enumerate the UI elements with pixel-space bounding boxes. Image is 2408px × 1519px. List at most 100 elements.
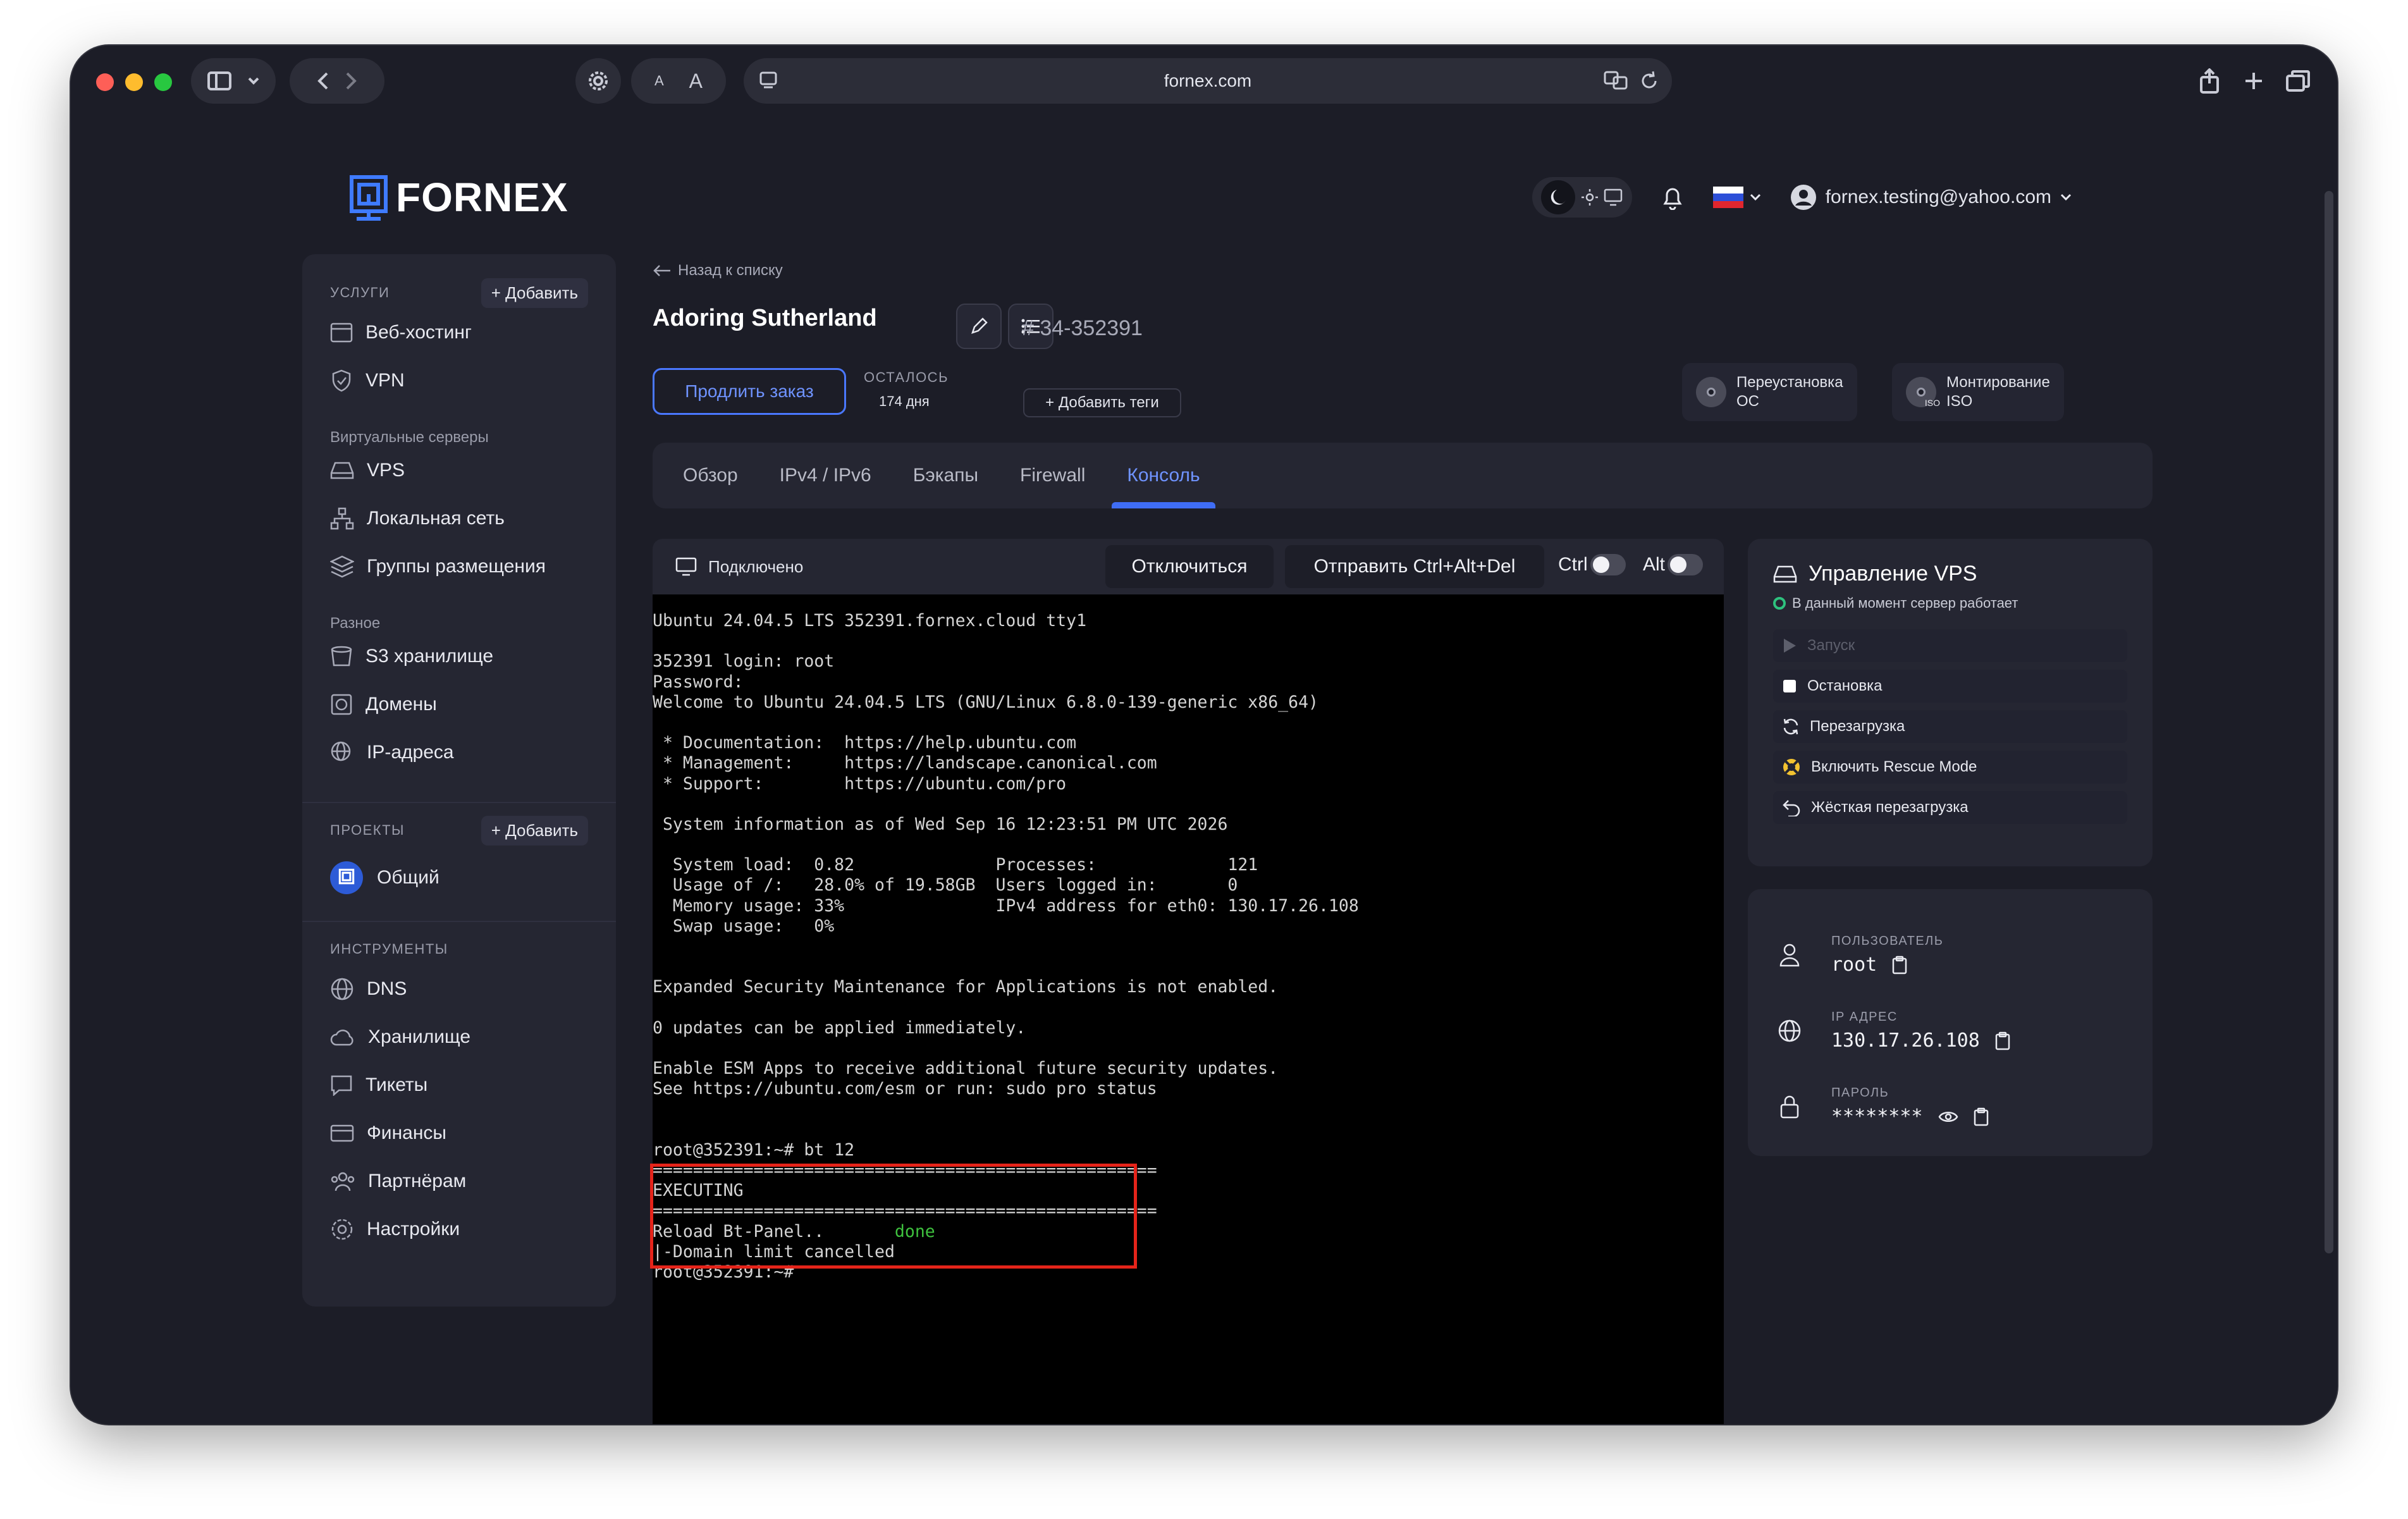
undo-icon [1783, 800, 1800, 816]
ctrl-toggle[interactable]: Ctrl [1558, 554, 1626, 575]
lifebuoy-icon [1783, 759, 1800, 775]
tab-firewall[interactable]: Firewall [1020, 443, 1085, 508]
theme-switcher[interactable] [1532, 177, 1632, 218]
sidebar-item-dns[interactable]: DNS [330, 965, 588, 1013]
sidebar-divider [302, 802, 616, 803]
gear-icon [589, 71, 608, 90]
sidebar-item-finance[interactable]: Финансы [330, 1109, 588, 1157]
disconnect-button[interactable]: Отключиться [1105, 545, 1274, 588]
tab-ipv4-ipv6[interactable]: IPv4 / IPv6 [780, 443, 871, 508]
share-icon [2200, 68, 2219, 94]
back-to-list-link[interactable]: Назад к списку [653, 262, 783, 280]
tab-overview-button[interactable] [2280, 58, 2316, 104]
copy-icon[interactable] [1892, 956, 1907, 975]
address-bar[interactable]: fornex.com [744, 58, 1672, 104]
send-ctrl-alt-del-button[interactable]: Отправить Ctrl+Alt+Del [1285, 545, 1544, 588]
monitor-icon[interactable] [1604, 188, 1623, 206]
sidebar-item-partners[interactable]: Партнёрам [330, 1157, 588, 1205]
sidebar-item-domains[interactable]: Домены [330, 680, 588, 729]
add-tags-button[interactable]: + Добавить теги [1023, 388, 1181, 417]
decrease-font-button[interactable]: A [654, 73, 664, 89]
translate-icon[interactable] [1604, 70, 1628, 91]
forward-arrow-icon[interactable] [345, 71, 357, 90]
add-project-button[interactable]: + Добавить [481, 815, 588, 846]
page-menu-icon[interactable] [759, 71, 778, 90]
mount-iso-button[interactable]: ISO Монтирование ISO [1892, 363, 2064, 421]
chevron-down-icon [2060, 194, 2072, 201]
stop-button[interactable]: Остановка [1773, 670, 2127, 703]
credential-user: ПОЛЬЗОВАТЕЛЬ root [1773, 917, 2127, 993]
password-value: ******** [1831, 1105, 1923, 1128]
alt-switch[interactable] [1668, 554, 1704, 575]
terminal-line: Expanded Security Maintenance for Applic… [653, 977, 1279, 997]
chevron-down-icon [1750, 194, 1760, 201]
dark-theme-option[interactable] [1541, 180, 1576, 214]
remaining-value: 174 дня [879, 393, 930, 409]
ctrl-switch[interactable] [1590, 554, 1626, 575]
vps-control-title: Управление VPS [1809, 562, 1977, 586]
project-general[interactable]: Общий [330, 846, 588, 909]
user-menu[interactable]: fornex.testing@yahoo.com [1790, 184, 2072, 211]
sidebar-item-label: DNS [367, 978, 407, 999]
share-button[interactable] [2192, 58, 2227, 104]
language-selector[interactable] [1712, 187, 1761, 208]
renew-order-button[interactable]: Продлить заказ [653, 368, 846, 415]
zoom-window-button[interactable] [154, 73, 172, 91]
credit-card-icon [330, 1124, 354, 1142]
start-button[interactable]: Запуск [1773, 629, 2127, 662]
edit-name-button[interactable] [956, 304, 1002, 349]
alt-toggle[interactable]: Alt [1643, 554, 1704, 575]
sidebar-item-ip-addresses[interactable]: IP-адреса [330, 729, 588, 777]
sidebar-item-local-network[interactable]: Локальная сеть [330, 495, 588, 543]
fornex-logo[interactable]: FORNEX [348, 173, 568, 221]
new-tab-button[interactable] [2236, 58, 2271, 104]
reload-icon[interactable] [1639, 70, 1659, 91]
sidebar-item-placement-groups[interactable]: Группы размещения [330, 543, 588, 591]
copy-icon[interactable] [1974, 1107, 1989, 1126]
sun-icon[interactable] [1581, 188, 1599, 206]
server-icon [330, 462, 354, 479]
hard-reboot-button[interactable]: Жёсткая перезагрузка [1773, 791, 2127, 824]
sidebar-item-s3-storage[interactable]: S3 хранилище [330, 632, 588, 680]
back-arrow-icon[interactable] [317, 71, 329, 90]
alt-label: Alt [1643, 554, 1666, 575]
terminal-screen[interactable]: Ubuntu 24.04.5 LTS 352391.fornex.cloud t… [653, 594, 1724, 1424]
sidebar-item-webhosting[interactable]: Веб-хостинг [330, 309, 588, 357]
sidebar-item-tickets[interactable]: Тикеты [330, 1061, 588, 1109]
sidebar-item-label: Партнёрам [368, 1171, 467, 1191]
reinstall-os-button[interactable]: Переустановка ОС [1682, 363, 1857, 421]
sidebar-item-vps[interactable]: VPS [330, 446, 588, 495]
sidebar-item-label: Веб-хостинг [366, 322, 472, 343]
sidebar-item-settings[interactable]: Настройки [330, 1205, 588, 1253]
bell-icon[interactable] [1661, 185, 1684, 210]
tab-overview[interactable]: Обзор [683, 443, 738, 508]
sidebar-toggle-button[interactable] [191, 58, 276, 104]
eye-icon[interactable] [1938, 1109, 1958, 1124]
action-label: Запуск [1807, 637, 1855, 654]
copy-icon[interactable] [1995, 1031, 2010, 1050]
settings-button[interactable] [575, 58, 621, 104]
terminal-line: 352391 login: root [653, 651, 835, 672]
add-service-button[interactable]: + Добавить [481, 278, 588, 308]
increase-font-button[interactable]: A [689, 70, 703, 93]
page-scrollbar[interactable] [2325, 191, 2333, 1253]
moon-icon [1551, 190, 1566, 205]
reboot-button[interactable]: Перезагрузка [1773, 710, 2127, 743]
tab-backups[interactable]: Бэкапы [913, 443, 978, 508]
user-value: root [1831, 954, 1877, 976]
rescue-mode-button[interactable]: Включить Rescue Mode [1773, 751, 2127, 784]
russian-flag-icon [1712, 187, 1743, 208]
back-link-text: Назад к списку [678, 262, 783, 279]
sidebar-item-vpn[interactable]: VPN [330, 357, 588, 405]
sidebar-item-storage[interactable]: Хранилище [330, 1013, 588, 1061]
plus-icon [2245, 73, 2262, 89]
tools-section-title: ИНСТРУМЕНТЫ [330, 941, 448, 957]
tab-console[interactable]: Консоль [1112, 443, 1215, 508]
layers-icon [330, 555, 354, 578]
close-window-button[interactable] [96, 73, 114, 91]
minimize-window-button[interactable] [125, 73, 143, 91]
